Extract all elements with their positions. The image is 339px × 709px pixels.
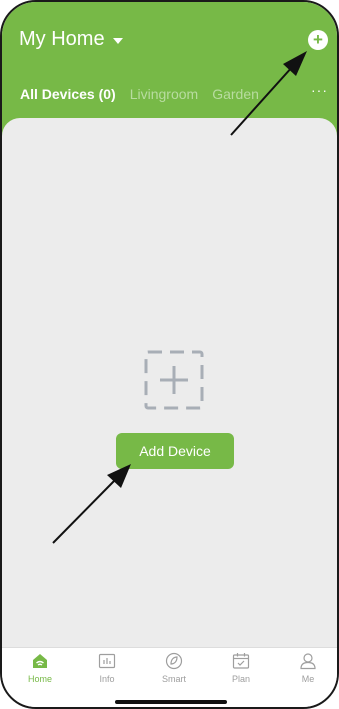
tab-livingroom[interactable]: Livingroom	[130, 86, 198, 102]
chevron-down-icon	[112, 37, 123, 44]
chart-icon	[98, 653, 116, 669]
person-icon	[300, 653, 316, 670]
more-icon[interactable]: ···	[311, 82, 328, 98]
smart-icon	[165, 652, 183, 670]
phone-frame: My Home + All Devices (0) Livingroom Gar…	[0, 0, 339, 709]
tabbar-item-home[interactable]: Home	[10, 652, 70, 684]
calendar-icon	[232, 653, 250, 669]
home-selector[interactable]: My Home	[19, 28, 123, 51]
add-device-button[interactable]: Add Device	[116, 433, 234, 469]
home-indicator	[115, 700, 227, 704]
tab-all-devices[interactable]: All Devices (0)	[20, 86, 116, 102]
tabbar-label-me: Me	[301, 674, 315, 684]
device-list-area: Add Device	[2, 118, 337, 648]
tabbar-item-info[interactable]: Info	[77, 652, 137, 684]
tabbar-label-info: Info	[99, 674, 115, 684]
room-tabs: All Devices (0) Livingroom Garden	[20, 86, 259, 102]
plus-circle-icon[interactable]: +	[308, 30, 328, 50]
home-title: My Home	[19, 28, 105, 50]
home-icon	[33, 654, 47, 668]
tabbar-label-plan: Plan	[231, 674, 250, 684]
tabbar-label-smart: Smart	[161, 674, 186, 684]
tabbar-item-smart[interactable]: Smart	[144, 652, 204, 684]
tab-garden[interactable]: Garden	[212, 86, 259, 102]
tabbar-label-home: Home	[27, 674, 52, 684]
tabbar-item-me[interactable]: Me	[278, 652, 337, 684]
tabbar-item-plan[interactable]: Plan	[211, 652, 271, 684]
dashed-plus-icon	[144, 350, 204, 410]
